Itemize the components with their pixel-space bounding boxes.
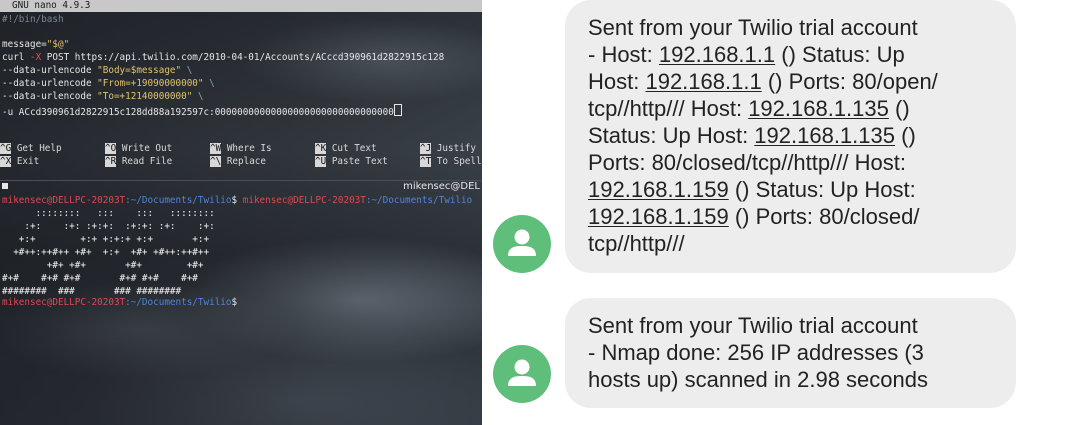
message-line: 192.168.1.159 () Ports: 80/closed/ (588, 203, 994, 230)
message-line: Sent from your Twilio trial account (588, 312, 994, 339)
shortcut-replace[interactable]: ^\ Replace (210, 156, 266, 167)
message-line: - Host: 192.168.1.1 () Status: Up (588, 41, 994, 68)
terminal-window-title: mikensec@DEL (403, 181, 480, 192)
nano-line-body[interactable]: --data-urlencode "Body=$message" \ (2, 65, 192, 76)
person-icon (508, 359, 536, 386)
message-line: hosts up) scanned in 2.98 seconds (588, 366, 994, 393)
message-text: - Nmap done: 256 IP addresses (3 (588, 340, 924, 365)
ascii-art-line: :::::::: ::: ::: :::::::: (2, 208, 215, 219)
message-bubble[interactable]: Sent from your Twilio trial account - Nma… (565, 298, 1016, 408)
nano-line-from[interactable]: --data-urlencode "From=+19090000000" \ (2, 78, 215, 89)
shortcut-cut-text[interactable]: ^K Cut Text (315, 143, 377, 154)
terminal-tab-icon[interactable] (2, 183, 8, 189)
ascii-art-line: +#+ +#+ +#+ +#+ (2, 260, 204, 271)
message-line: tcp//http/// (588, 230, 994, 257)
message-line: tcp//http/// Host: 192.168.1.135 () (588, 95, 994, 122)
message-line: 192.168.1.159 () Status: Up Host: (588, 176, 994, 203)
shortcut-justify[interactable]: ^J Justify (420, 143, 476, 154)
ascii-art-line: #+# #+# #+# #+# #+# #+# (2, 273, 198, 284)
shell-prompt-line[interactable]: mikensec@DELLPC-20203T:~/Documents/Twili… (2, 195, 472, 206)
nano-line-auth[interactable]: -u ACcd390961d2822915c128dd88a192597c:00… (2, 104, 402, 118)
shortcut-paste-text[interactable]: ^U Paste Text (315, 156, 388, 167)
message-text: tcp//http/// Host: (588, 96, 749, 121)
message-text: - Host: (588, 42, 659, 67)
nano-line-curl[interactable]: curl -X POST https://api.twilio.com/2010… (2, 52, 444, 63)
message-bubble[interactable]: Sent from your Twilio trial account - Hos… (565, 0, 1016, 273)
shortcut-where-is[interactable]: ^W Where Is (210, 143, 272, 154)
ip-address-link[interactable]: 192.168.1.135 (748, 96, 889, 121)
ascii-art-line: ######## ### ### ######## (2, 286, 182, 297)
nano-line-message[interactable]: message="$@" (2, 39, 69, 50)
terminal-window[interactable]: GNU nano 4.9.3 #!/bin/bash message="$@" … (0, 0, 482, 425)
text-cursor (393, 104, 402, 116)
shortcut-read-file[interactable]: ^R Read File (105, 156, 172, 167)
message-text: tcp//http/// (588, 231, 685, 256)
nano-shortcut-bar: ^G Get Help ^O Write Out ^W Where Is ^K … (0, 143, 482, 169)
message-line: Ports: 80/closed/tcp//http/// Host: (588, 149, 994, 176)
message-text: Status: Up Host: (588, 123, 755, 148)
shell-prompt-current[interactable]: mikensec@DELLPC-20203T:~/Documents/Twili… (2, 297, 237, 308)
nano-line-to[interactable]: --data-urlencode "To=+12140000000" \ (2, 91, 204, 102)
sender-avatar[interactable] (493, 215, 551, 273)
message-line: Status: Up Host: 192.168.1.135 () (588, 122, 994, 149)
nano-title-bar: GNU nano 4.9.3 (0, 0, 482, 12)
person-icon (508, 229, 536, 256)
message-text: () (888, 96, 910, 121)
ip-address-link[interactable]: 192.168.1.1 (659, 42, 775, 67)
message-text: Host: (588, 69, 646, 94)
ip-address-link[interactable]: 192.168.1.135 (754, 123, 895, 148)
ip-address-link[interactable]: 192.168.1.159 (588, 204, 729, 229)
ip-address-link[interactable]: 192.168.1.159 (588, 177, 729, 202)
message-text: () (895, 123, 916, 148)
nano-line-shebang[interactable]: #!/bin/bash (2, 14, 64, 25)
ip-address-link[interactable]: 192.168.1.1 (645, 69, 761, 94)
message-line: Host: 192.168.1.1 () Ports: 80/open/ (588, 68, 994, 95)
message-text: () Status: Up (775, 42, 905, 67)
message-text: () Ports: 80/closed/ (728, 204, 920, 229)
message-text: Sent from your Twilio trial account (588, 15, 918, 40)
message-text: Ports: 80/closed/tcp//http/// Host: (588, 150, 906, 175)
message-text: () Ports: 80/open/ (761, 69, 938, 94)
message-text: () Status: Up Host: (728, 177, 916, 202)
ascii-art-line: :+: :+: :+:+: :+:+: :+: :+: (2, 221, 215, 232)
shortcut-exit[interactable]: ^X Exit (0, 156, 39, 167)
nano-version-title: GNU nano 4.9.3 (12, 0, 91, 11)
sender-avatar[interactable] (493, 345, 551, 403)
ascii-art-line: +#++:++#++ +#+ +:+ +#+ +#++:++#++ (2, 247, 210, 258)
message-text: Sent from your Twilio trial account (588, 313, 918, 338)
message-line: Sent from your Twilio trial account (588, 14, 994, 41)
shortcut-write-out[interactable]: ^O Write Out (105, 143, 172, 154)
shortcut-get-help[interactable]: ^G Get Help (0, 143, 62, 154)
message-line: - Nmap done: 256 IP addresses (3 (588, 339, 994, 366)
message-text: hosts up) scanned in 2.98 seconds (588, 367, 929, 392)
ascii-art-line: +:+ +:+ +:+:+ +:+ +:+ (2, 234, 210, 245)
shortcut-to-spell[interactable]: ^T To Spell (420, 156, 482, 167)
